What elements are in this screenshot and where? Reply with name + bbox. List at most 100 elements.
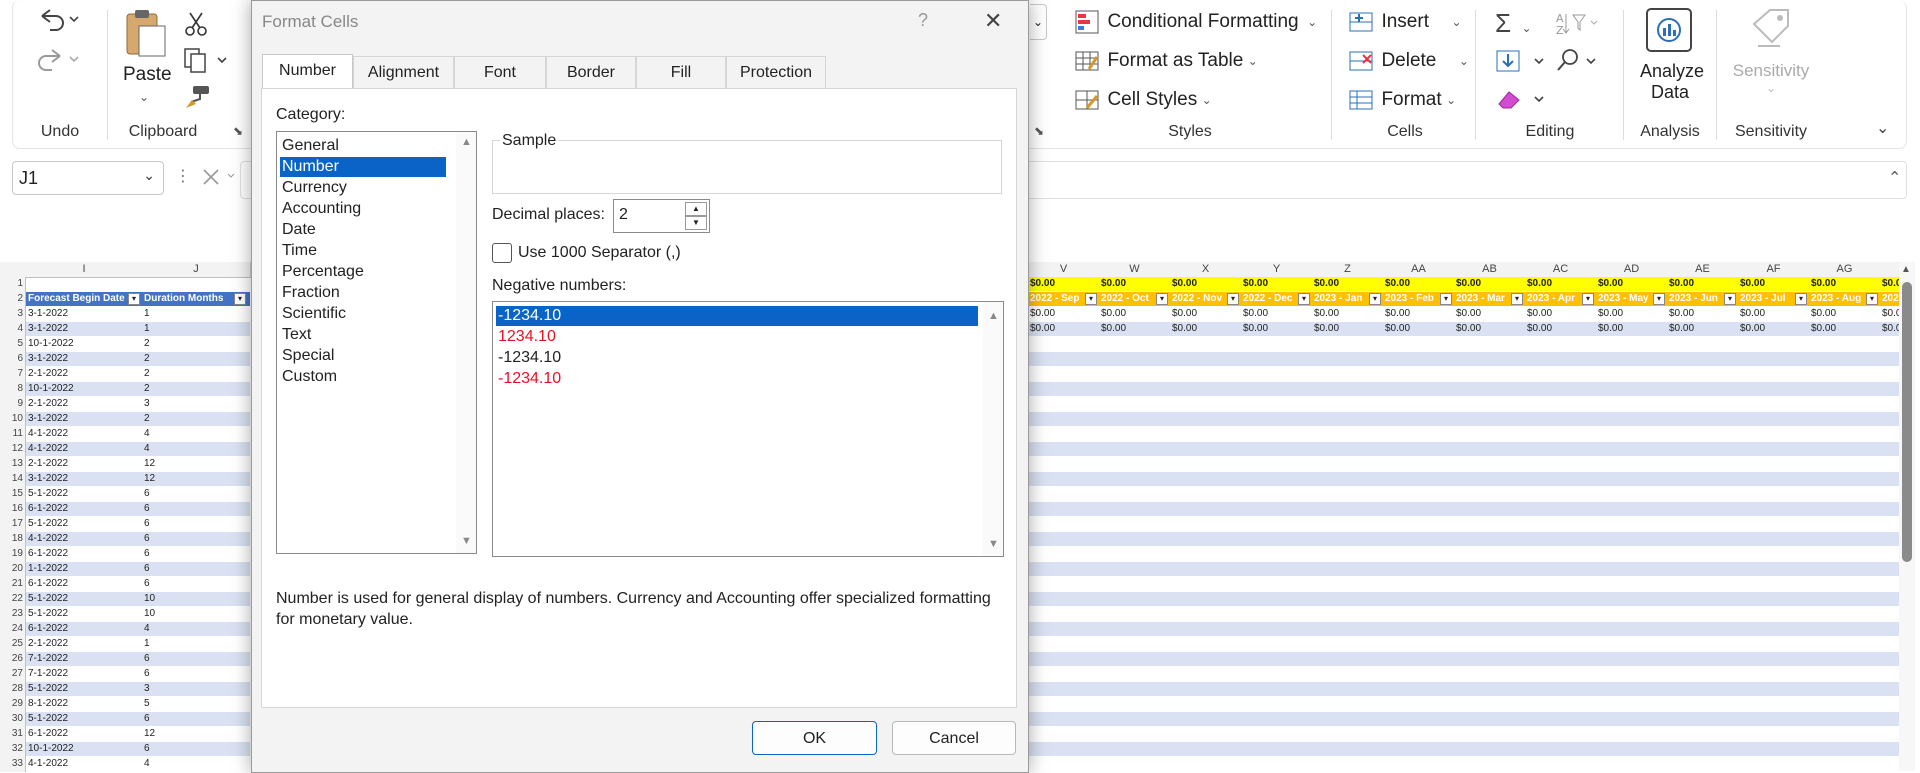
clear-button[interactable] (1495, 86, 1551, 117)
row-header[interactable]: 5 (0, 337, 26, 352)
scroll-down-icon[interactable]: ▼ (988, 538, 999, 550)
total-value-cell[interactable]: $0.00 (1170, 277, 1241, 291)
row-header[interactable]: 32 (0, 742, 26, 757)
row-header[interactable]: 28 (0, 682, 26, 697)
category-item-custom[interactable]: Custom (280, 367, 442, 387)
tab-fill[interactable]: Fill (636, 56, 726, 88)
negative-list-scrollbar[interactable]: ▲ ▼ (983, 302, 1003, 556)
duration-cell[interactable]: 4 (142, 427, 250, 441)
duration-cell[interactable]: 3 (142, 682, 250, 696)
filter-dropdown-icon[interactable]: ▾ (128, 293, 140, 305)
category-item-special[interactable]: Special (280, 346, 442, 366)
forecast-date-cell[interactable]: 2-1-2022 (26, 397, 142, 411)
forecast-date-cell[interactable]: 3-1-2022 (26, 307, 142, 321)
forecast-date-cell[interactable]: 2-1-2022 (26, 457, 142, 471)
tab-font[interactable]: Font (454, 56, 546, 88)
duration-cell[interactable]: 5 (142, 697, 250, 711)
value-cell[interactable]: $0.00 (1525, 307, 1596, 321)
filter-dropdown-icon[interactable]: ▾ (1085, 293, 1097, 305)
category-item-time[interactable]: Time (280, 241, 442, 261)
row-header[interactable]: 3 (0, 307, 26, 322)
forecast-date-cell[interactable]: 6-1-2022 (26, 502, 142, 516)
forecast-date-cell[interactable]: 6-1-2022 (26, 622, 142, 636)
filter-dropdown-icon[interactable]: ▾ (1795, 293, 1807, 305)
negative-format-option[interactable]: -1234.10 (496, 348, 978, 368)
duration-cell[interactable]: 6 (142, 532, 250, 546)
row-header[interactable]: 26 (0, 652, 26, 667)
negative-format-option[interactable]: -1234.10 (496, 306, 978, 326)
tab-number[interactable]: Number (262, 54, 353, 89)
column-header-y[interactable]: Y (1241, 262, 1313, 278)
value-cell[interactable]: $0.00 (1738, 307, 1809, 321)
duration-cell[interactable]: 3 (142, 397, 250, 411)
forecast-date-cell[interactable]: 7-1-2022 (26, 667, 142, 681)
column-header-af[interactable]: AF (1738, 262, 1810, 278)
sort-filter-button[interactable]: AZ (1555, 10, 1601, 41)
more-options-icon[interactable]: ⋮ (175, 166, 191, 186)
row-header[interactable]: 12 (0, 442, 26, 457)
total-value-cell[interactable]: $0.00 (1880, 277, 1899, 291)
row-header[interactable]: 2 (0, 292, 26, 307)
month-header-12[interactable]: 2023 - Sep (1880, 292, 1899, 306)
value-cell[interactable]: $0.00 (1028, 322, 1099, 336)
row-header[interactable]: 27 (0, 667, 26, 682)
filter-dropdown-icon[interactable]: ▾ (1724, 293, 1736, 305)
total-value-cell[interactable]: $0.00 (1454, 277, 1525, 291)
filter-dropdown-icon[interactable]: ▾ (1156, 293, 1168, 305)
cancel-button[interactable]: Cancel (892, 721, 1016, 755)
row-header[interactable]: 21 (0, 577, 26, 592)
row-header[interactable]: 31 (0, 727, 26, 742)
row-header[interactable]: 22 (0, 592, 26, 607)
column-header-ag[interactable]: AG (1809, 262, 1881, 278)
value-cell[interactable]: $0.00 (1596, 307, 1667, 321)
forecast-date-cell[interactable]: 8-1-2022 (26, 697, 142, 711)
collapse-ribbon-icon[interactable]: ⌄ (1876, 118, 1889, 138)
row-header[interactable]: 19 (0, 547, 26, 562)
row-header[interactable]: 24 (0, 622, 26, 637)
category-list[interactable]: General Number Currency Accounting Date Time P… (276, 131, 477, 554)
sensitivity-button[interactable]: Sensitivity ⌄ (1728, 6, 1814, 95)
find-select-button[interactable] (1555, 48, 1601, 79)
category-item-scientific[interactable]: Scientific (280, 304, 442, 324)
ok-button[interactable]: OK (752, 721, 877, 755)
value-cell[interactable]: $0.00 (1028, 307, 1099, 321)
negative-numbers-list[interactable]: -1234.10 1234.10 -1234.10 -1234.10 ▲ ▼ (492, 301, 1004, 557)
row-header[interactable]: 9 (0, 397, 26, 412)
column-header-ae[interactable]: AE (1667, 262, 1739, 278)
duration-cell[interactable]: 2 (142, 337, 250, 351)
value-cell[interactable]: $0.00 (1454, 307, 1525, 321)
forecast-date-cell[interactable]: 3-1-2022 (26, 352, 142, 366)
name-box[interactable]: J1 ⌄ (12, 161, 164, 195)
scroll-down-icon[interactable]: ▼ (461, 535, 472, 547)
row-header[interactable]: 1 (0, 277, 26, 292)
total-value-cell[interactable]: $0.00 (1596, 277, 1667, 291)
header-forecast-begin-date[interactable]: Forecast Begin Date (26, 292, 142, 306)
column-header-J[interactable]: J (142, 262, 251, 278)
column-header-x[interactable]: X (1170, 262, 1242, 278)
duration-cell[interactable]: 4 (142, 757, 250, 771)
filter-dropdown-icon[interactable]: ▾ (1866, 293, 1878, 305)
value-cell[interactable]: $0.00 (1880, 307, 1899, 321)
duration-cell[interactable]: 1 (142, 637, 250, 651)
value-cell[interactable]: $0.00 (1312, 307, 1383, 321)
category-list-scrollbar[interactable]: ▲ ▼ (456, 132, 476, 553)
value-cell[interactable]: $0.00 (1667, 322, 1738, 336)
paste-button[interactable]: Paste ⌄ (121, 8, 172, 106)
forecast-date-cell[interactable]: 4-1-2022 (26, 532, 142, 546)
format-painter-button[interactable] (184, 84, 212, 115)
value-cell[interactable]: $0.00 (1454, 322, 1525, 336)
forecast-date-cell[interactable]: 2-1-2022 (26, 637, 142, 651)
value-cell[interactable]: $0.00 (1596, 322, 1667, 336)
autosum-button[interactable]: Σ ⌄ (1495, 8, 1532, 39)
spin-up-icon[interactable]: ▲ (685, 202, 707, 216)
vertical-scrollbar[interactable]: ▲ (1899, 262, 1915, 771)
row-header[interactable]: 20 (0, 562, 26, 577)
total-value-cell[interactable]: $0.00 (1312, 277, 1383, 291)
value-cell[interactable]: $0.00 (1312, 322, 1383, 336)
total-value-cell[interactable]: $0.00 (1738, 277, 1809, 291)
row-header[interactable]: 15 (0, 487, 26, 502)
forecast-date-cell[interactable]: 6-1-2022 (26, 577, 142, 591)
duration-cell[interactable]: 12 (142, 457, 250, 471)
duration-cell[interactable]: 6 (142, 667, 250, 681)
forecast-date-cell[interactable]: 1-1-2022 (26, 562, 142, 576)
